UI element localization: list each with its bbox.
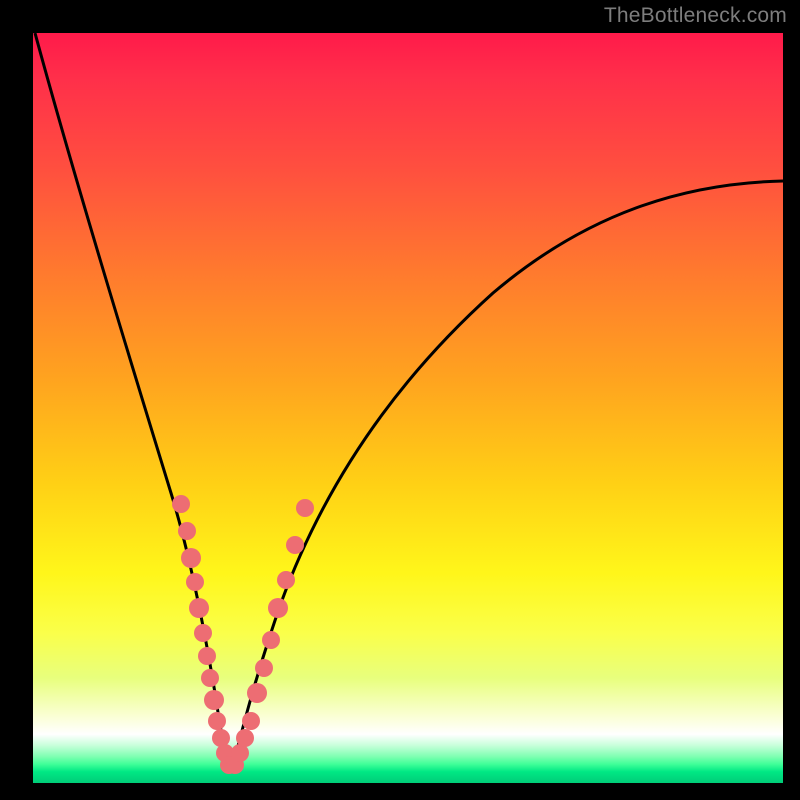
right-curve [231,181,783,773]
dots-right [226,499,314,774]
curve-layer [33,33,783,783]
watermark-text: TheBottleneck.com [604,4,787,28]
chart-frame: TheBottleneck.com [0,0,800,800]
plot-area [33,33,783,783]
dots-left [172,495,238,774]
